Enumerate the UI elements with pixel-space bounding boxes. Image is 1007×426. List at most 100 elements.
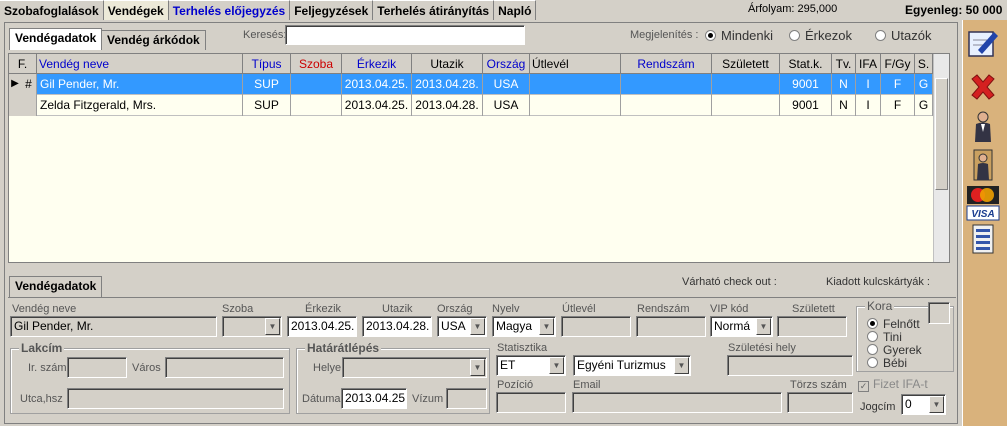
filter-departing-radio[interactable]: Utazók bbox=[875, 28, 931, 43]
passport-field[interactable] bbox=[561, 316, 631, 337]
subtab-guest-data[interactable]: Vendégadatok bbox=[9, 28, 103, 50]
age-box-field[interactable] bbox=[928, 302, 950, 324]
col-header-room[interactable]: Szoba bbox=[291, 54, 342, 74]
grid-vertical-scrollbar[interactable] bbox=[933, 54, 949, 262]
age-group-title: Kora bbox=[865, 299, 895, 313]
plate-label: Rendszám bbox=[637, 303, 690, 315]
right-toolbar: VISA bbox=[962, 20, 1007, 426]
col-header-country[interactable]: Ország bbox=[483, 54, 530, 74]
display-filter-label: Megjelenítés : bbox=[630, 29, 699, 41]
age-child-radio[interactable]: Gyerek bbox=[867, 343, 922, 357]
search-label: Keresés: bbox=[243, 29, 287, 41]
guest-grid: F. Vendég neve Típus Szoba Érkezik Utazi… bbox=[8, 53, 950, 263]
tab-charge-booking[interactable]: Terhelés előjegyzés bbox=[168, 0, 291, 20]
guest-button[interactable] bbox=[963, 108, 1003, 146]
guest-checkout-button[interactable] bbox=[963, 146, 1003, 184]
col-header-stat[interactable]: Stat.k. bbox=[780, 54, 832, 74]
arrive-field[interactable]: 2013.04.25. bbox=[287, 316, 357, 337]
country-value: USA bbox=[441, 319, 466, 333]
age-baby-radio[interactable]: Bébi bbox=[867, 356, 907, 370]
filter-all-radio[interactable]: Mindenki bbox=[705, 28, 773, 43]
cell-tv: N bbox=[832, 95, 856, 116]
title-select[interactable]: 0 ▼ bbox=[901, 394, 946, 415]
room-select[interactable]: ▼ bbox=[222, 316, 282, 337]
tab-notes[interactable]: Feljegyzések bbox=[290, 0, 374, 20]
col-header-plate[interactable]: Rendszám bbox=[621, 54, 712, 74]
col-header-type[interactable]: Típus bbox=[243, 54, 291, 74]
guest-name-field[interactable]: Gil Pender, Mr. bbox=[10, 316, 217, 337]
cell-born bbox=[712, 74, 780, 95]
search-input[interactable] bbox=[285, 25, 525, 45]
col-header-ifa[interactable]: IFA bbox=[856, 54, 881, 74]
tab-charge-redirect[interactable]: Terhelés átirányítás bbox=[373, 0, 495, 20]
date-label: Dátuma bbox=[302, 393, 341, 405]
details-tab[interactable]: Vendégadatok bbox=[9, 276, 103, 298]
email-label: Email bbox=[573, 379, 601, 391]
cell-plate bbox=[621, 74, 712, 95]
expected-checkout-label: Várható check out : bbox=[682, 276, 777, 288]
col-header-fgy[interactable]: F/Gy bbox=[881, 54, 915, 74]
stat-desc-select[interactable]: Egyéni Turizmus ▼ bbox=[573, 355, 691, 376]
col-header-passport[interactable]: Útlevél bbox=[530, 54, 621, 74]
city-field[interactable] bbox=[165, 357, 284, 378]
depart-label: Utazik bbox=[382, 303, 413, 315]
cell-ifa: I bbox=[856, 74, 881, 95]
street-field[interactable] bbox=[67, 388, 284, 409]
born-label: Született bbox=[792, 303, 835, 315]
stat-label: Statisztika bbox=[497, 342, 548, 354]
stat-desc-value: Egyéni Turizmus bbox=[577, 358, 666, 372]
depart-field[interactable]: 2013.04.28. bbox=[362, 316, 432, 337]
plate-field[interactable] bbox=[636, 316, 706, 337]
vip-value: Normá bbox=[714, 319, 751, 333]
passport-label: Útlevél bbox=[562, 303, 596, 315]
filter-arriving-radio[interactable]: Érkezok bbox=[789, 28, 852, 43]
tab-guests[interactable]: Vendégek bbox=[103, 0, 169, 20]
table-row[interactable]: ▶ # Gil Pender, Mr. SUP 2013.04.25. 2013.… bbox=[9, 74, 949, 95]
table-row[interactable]: Zelda Fitzgerald, Mrs. SUP 2013.04.25. 2… bbox=[9, 95, 949, 116]
subtab-guest-rates[interactable]: Vendég árkódok bbox=[101, 30, 206, 50]
guest-checkout-icon bbox=[973, 149, 993, 181]
age-adult-radio[interactable]: Felnőtt bbox=[867, 317, 920, 331]
visa-field[interactable] bbox=[446, 388, 487, 409]
cell-ifa: I bbox=[856, 95, 881, 116]
master-field[interactable] bbox=[787, 392, 853, 413]
birthplace-field[interactable] bbox=[727, 355, 853, 376]
radio-dot bbox=[705, 30, 716, 41]
col-header-arrive[interactable]: Érkezik bbox=[342, 54, 412, 74]
tab-bookings[interactable]: Szobafoglalások bbox=[0, 0, 104, 20]
age-teen-radio[interactable]: Tini bbox=[867, 330, 902, 344]
border-date-field[interactable]: 2013.04.25 bbox=[341, 388, 407, 409]
chevron-down-icon: ▼ bbox=[539, 318, 554, 335]
edit-button[interactable] bbox=[963, 24, 1003, 62]
tab-log[interactable]: Napló bbox=[494, 0, 537, 20]
col-header-s[interactable]: S. bbox=[915, 54, 933, 74]
scrollbar-thumb[interactable] bbox=[935, 78, 948, 190]
delete-button[interactable] bbox=[963, 68, 1003, 106]
born-field[interactable] bbox=[777, 316, 847, 337]
position-field[interactable] bbox=[496, 392, 566, 413]
zip-field[interactable] bbox=[67, 357, 127, 378]
radio-dot bbox=[875, 30, 886, 41]
col-header-tv[interactable]: Tv. bbox=[832, 54, 856, 74]
cell-name: Zelda Fitzgerald, Mrs. bbox=[37, 95, 243, 116]
radio-dot bbox=[789, 30, 800, 41]
vip-select[interactable]: Normá ▼ bbox=[710, 316, 773, 337]
language-select[interactable]: Magya ▼ bbox=[492, 316, 556, 337]
country-select[interactable]: USA ▼ bbox=[437, 316, 487, 337]
credit-card-button[interactable]: VISA bbox=[963, 184, 1003, 222]
col-header-depart[interactable]: Utazik bbox=[412, 54, 483, 74]
cell-born bbox=[712, 95, 780, 116]
col-header-name[interactable]: Vendég neve bbox=[37, 54, 243, 74]
pays-ifa-checkbox[interactable]: ✓ Fizet IFA-t bbox=[858, 377, 928, 392]
visa-label: Vízum bbox=[412, 393, 444, 405]
list-button[interactable] bbox=[963, 220, 1003, 258]
col-header-f[interactable]: F. bbox=[9, 54, 37, 74]
place-label: Helye bbox=[313, 362, 342, 374]
place-select[interactable]: ▼ bbox=[342, 357, 487, 378]
email-field[interactable] bbox=[572, 392, 782, 413]
list-icon bbox=[972, 224, 994, 254]
delete-icon bbox=[971, 74, 995, 100]
cell-arrive: 2013.04.25. bbox=[342, 74, 412, 95]
col-header-born[interactable]: Született bbox=[712, 54, 780, 74]
stat-select[interactable]: ET ▼ bbox=[496, 355, 566, 376]
